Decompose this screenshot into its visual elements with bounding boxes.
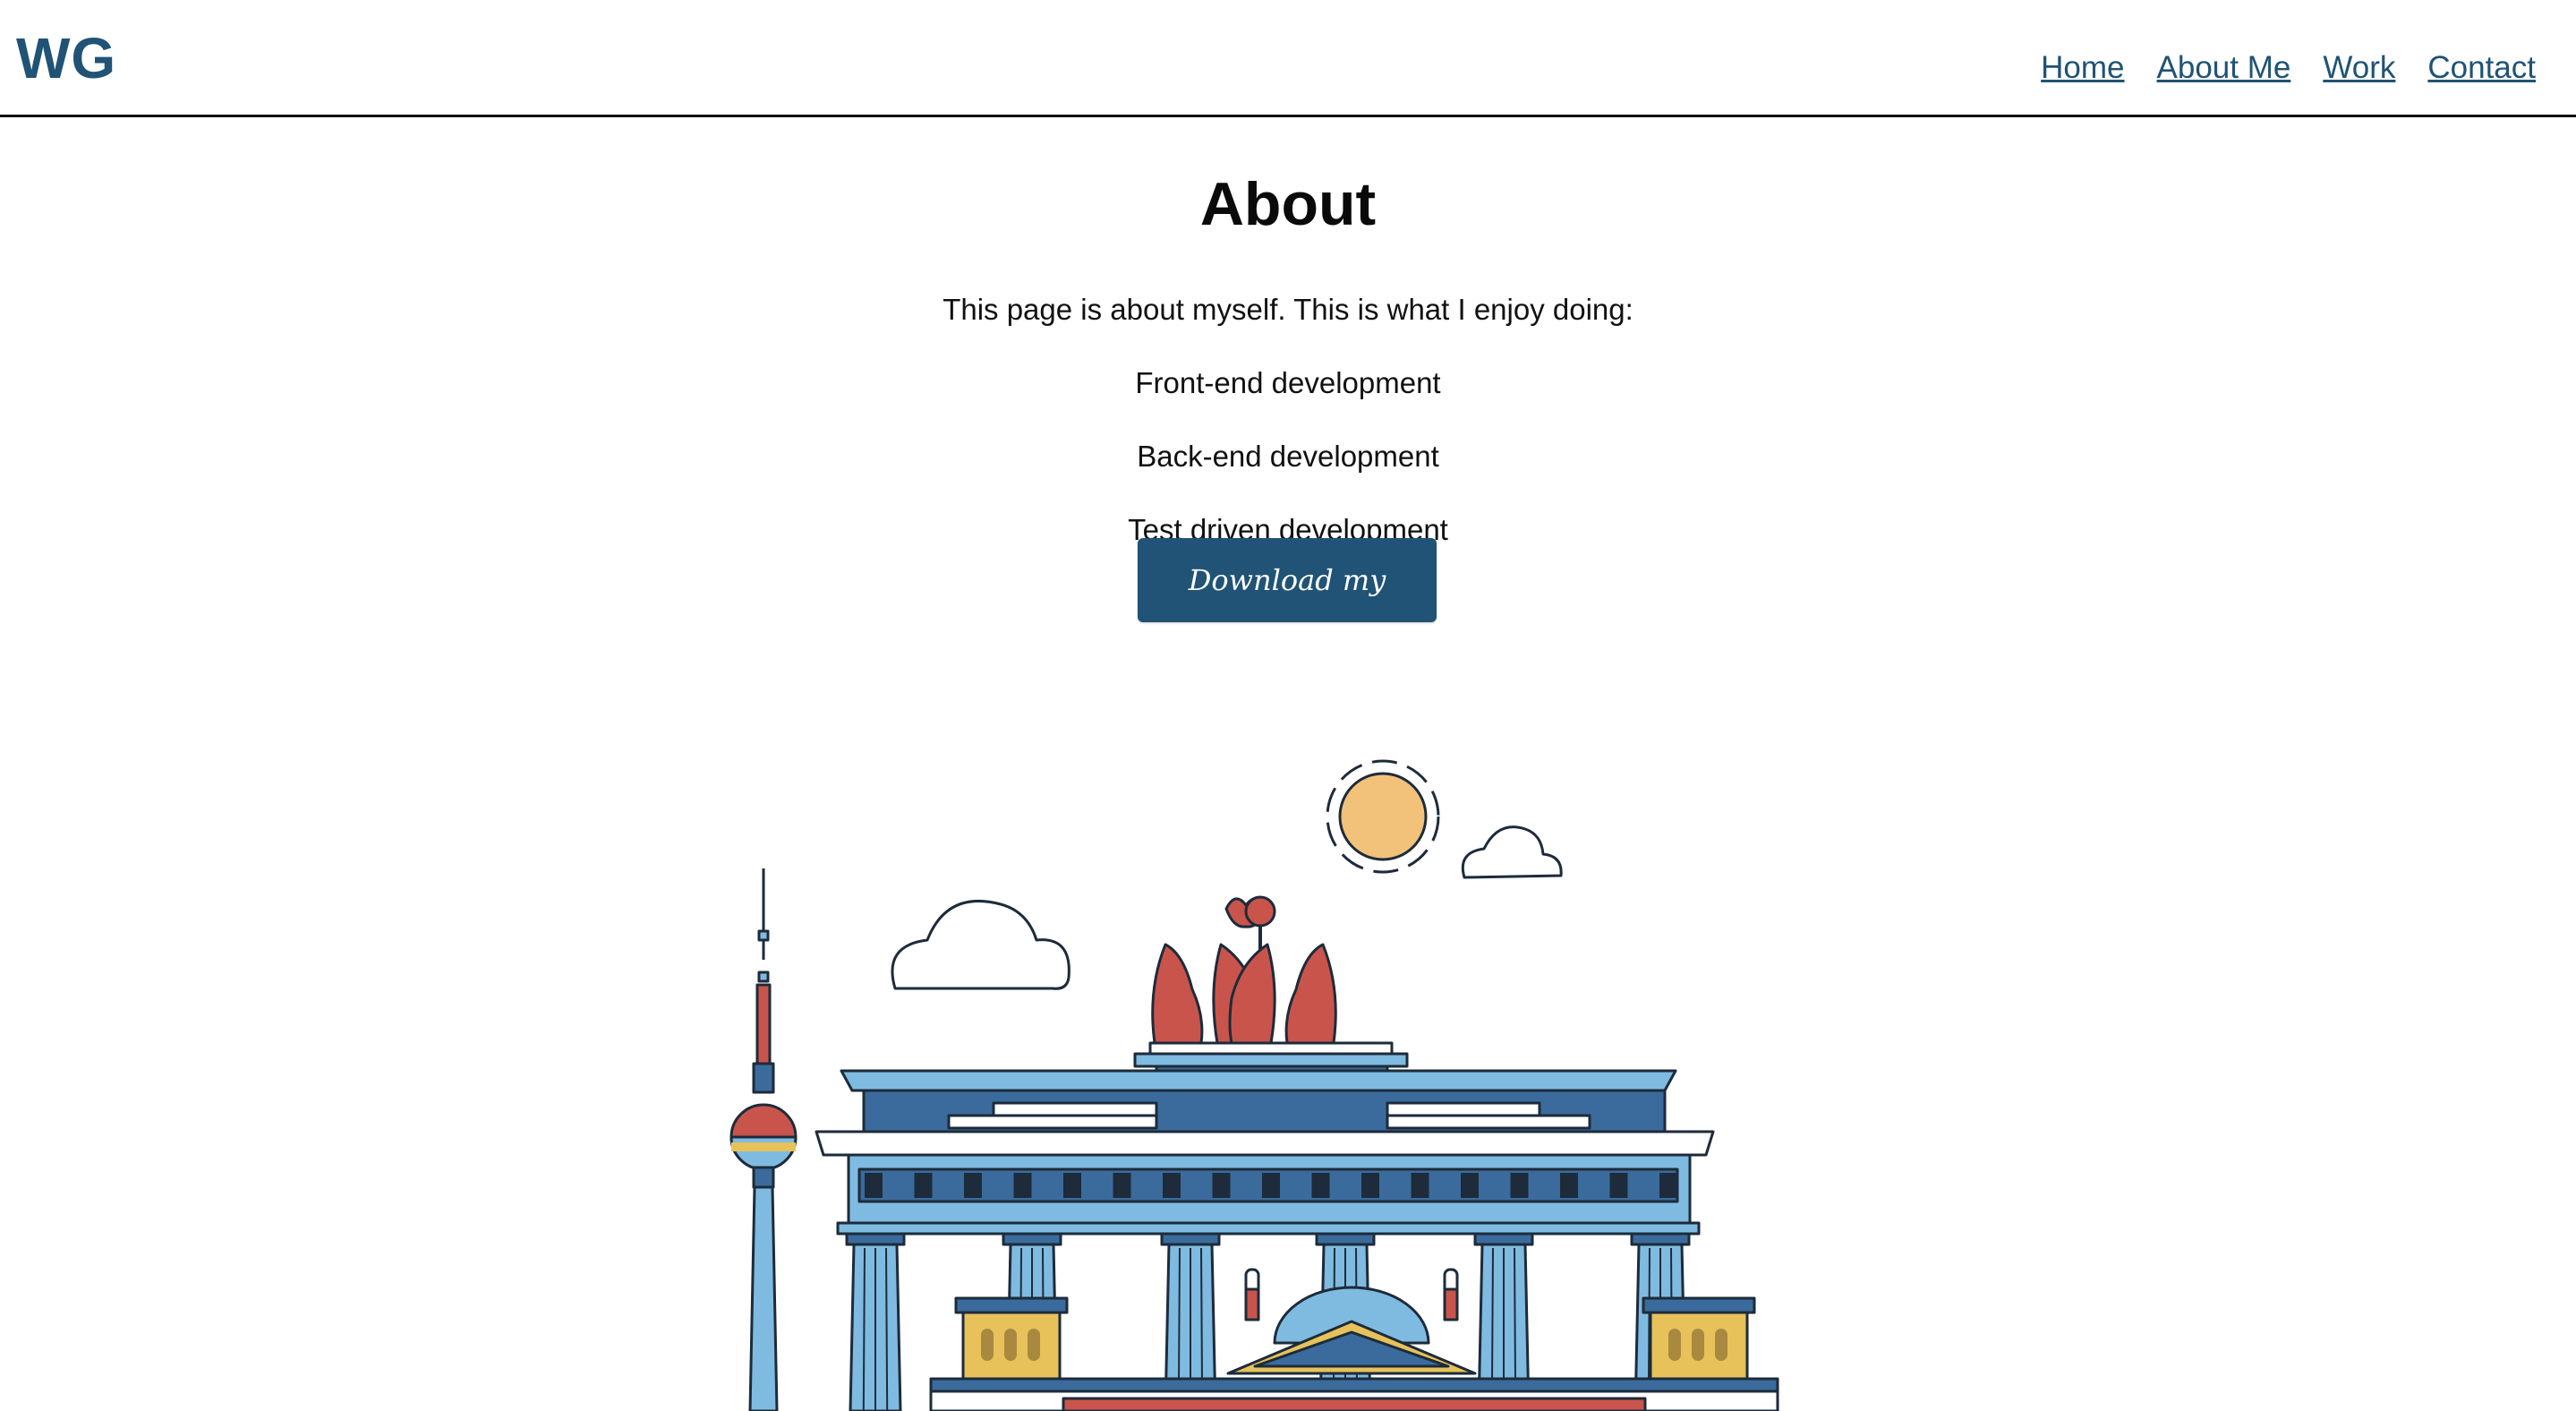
sun-icon (1326, 759, 1440, 874)
berlin-landmarks-illustration (729, 759, 1779, 1411)
site-logo[interactable]: WG (16, 25, 116, 91)
download-resume-button[interactable]: Download my Resume (1138, 538, 1437, 681)
pavilion-left-icon (954, 1296, 1069, 1382)
site-header: WG Home About Me Work Contact (0, 0, 2576, 117)
nav-contact-link[interactable]: Contact (2427, 50, 2536, 86)
nav-about-link[interactable]: About Me (2157, 50, 2291, 86)
nav-work-link[interactable]: Work (2323, 50, 2395, 86)
cloud-icon (1461, 825, 1563, 879)
cloud-icon (891, 900, 1070, 990)
quadriga-icon (1151, 895, 1337, 1045)
intro-text: This page is about myself. This is what … (943, 293, 1633, 326)
page: WG Home About Me Work Contact About This… (0, 0, 2576, 1411)
pavilion-right-icon (1642, 1296, 1756, 1382)
page-title: About (1199, 170, 1377, 238)
interest-item: Back-end development (1137, 440, 1439, 473)
nav-home-link[interactable]: Home (2041, 50, 2124, 86)
tv-tower-icon (729, 868, 798, 1411)
interest-item: Front-end development (1135, 366, 1441, 399)
main-nav: Home About Me Work Contact (2041, 50, 2536, 86)
